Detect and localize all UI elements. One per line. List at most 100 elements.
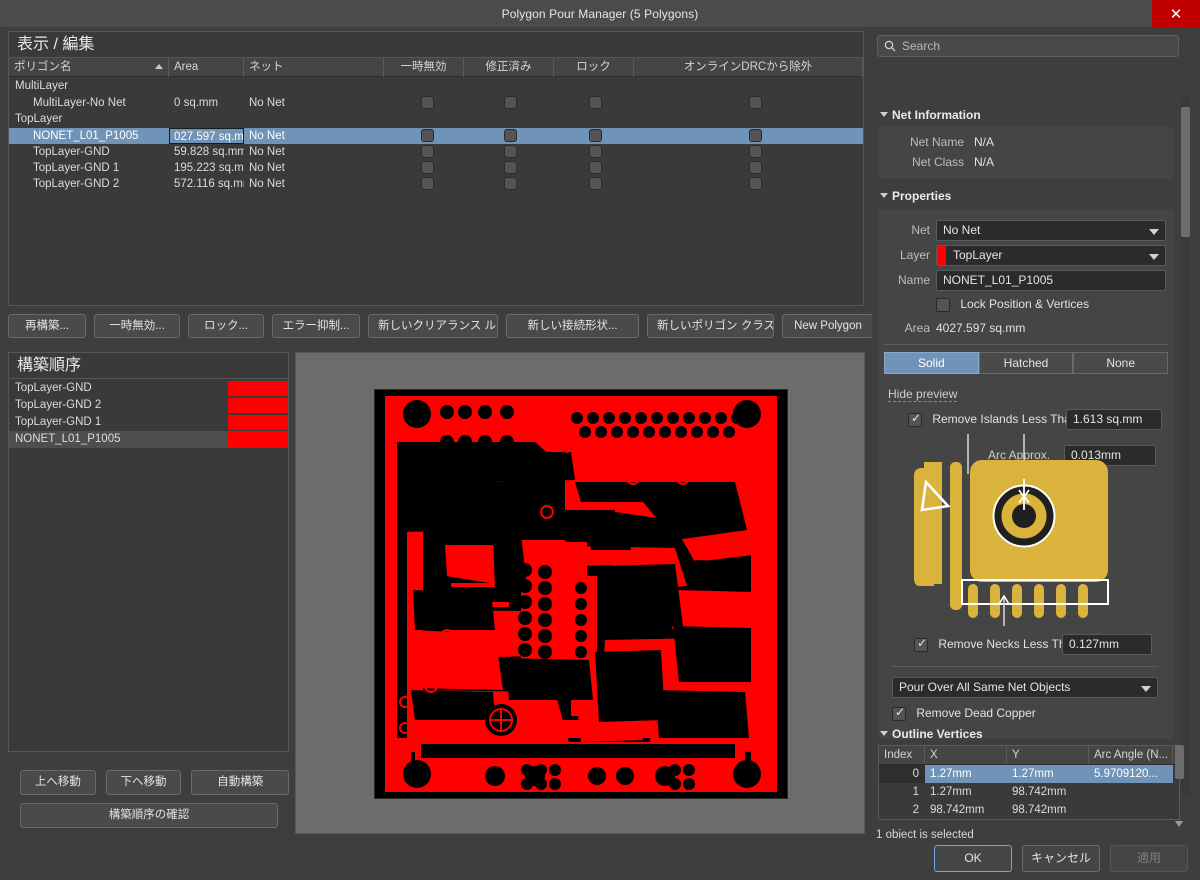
checkbox-locked[interactable] [589,177,602,190]
checkbox-modified[interactable] [504,96,517,109]
column-header-1[interactable]: Area [169,57,244,77]
checkbox-exclude-online-drc[interactable] [749,177,762,190]
outline-column-header[interactable]: X [925,746,1007,764]
layer-dropdown-value: TopLayer [953,248,1003,262]
column-header-4[interactable]: 修正済み [464,57,554,77]
name-input[interactable]: NONET_L01_P1005 [936,270,1166,291]
ok-button[interactable]: OK [934,845,1012,872]
apply-button[interactable]: 適用 [1110,845,1188,872]
fill-mode-solid[interactable]: Solid [884,352,979,374]
checkbox-locked[interactable] [589,145,602,158]
auto-build-button[interactable]: 自動構築 [191,770,289,795]
action-button-6[interactable]: 新しいポリゴン クラス... [647,314,774,338]
checkbox-exclude-online-drc[interactable] [749,145,762,158]
sidebar-scrollbar-thumb[interactable] [1181,107,1190,237]
pcb-artwork [375,390,787,798]
sidebar-scrollbar[interactable] [1181,97,1190,797]
remove-islands-input[interactable]: 1.613 sq.mm [1066,409,1162,430]
outline-vertices-scrollbar-thumb[interactable] [1175,745,1184,779]
column-header-label: ポリゴン名 [14,60,72,73]
lock-position-checkbox[interactable] [936,297,950,312]
search-input[interactable] [902,39,1162,53]
checkbox-temporarily-disabled[interactable] [421,145,434,158]
action-button-1[interactable]: 一時無効... [94,314,180,338]
table-row[interactable]: NONET_L01_P1005 027.597 sq.mm No Net [9,128,863,144]
outline-vertices-scrollbar[interactable] [1175,745,1184,829]
action-button-3[interactable]: エラー抑制... [272,314,360,338]
polygon-area-cell[interactable]: 195.223 sq.mm [169,160,244,176]
action-button-5[interactable]: 新しい接続形状... [506,314,639,338]
remove-necks-row[interactable]: Remove Necks Less Than [914,636,1079,652]
column-header-2[interactable]: ネット [244,57,384,77]
checkbox-exclude-online-drc[interactable] [749,161,762,174]
remove-dead-copper-row[interactable]: Remove Dead Copper [892,705,1036,721]
outline-vertex-row[interactable]: 2 98.742mm 98.742mm [879,801,1179,819]
outline-vertices-section-header[interactable]: Outline Vertices [878,727,983,741]
checkbox-temporarily-disabled[interactable] [421,177,434,190]
checkbox-modified[interactable] [504,129,517,142]
outline-column-header[interactable]: Index [879,746,925,764]
cancel-button[interactable]: キャンセル [1022,845,1100,872]
checkbox-exclude-online-drc[interactable] [749,96,762,109]
vertex-x: 1.27mm [925,765,1007,783]
checkbox-modified[interactable] [504,161,517,174]
column-header-6[interactable]: オンラインDRCから除外 [634,57,863,77]
net-dropdown[interactable]: No Net [936,220,1166,241]
action-button-0[interactable]: 再構築... [8,314,86,338]
move-up-button[interactable]: 上へ移動 [20,770,96,795]
table-row[interactable]: TopLayer-GND 59.828 sq.mm No Net [9,144,863,160]
column-header-5[interactable]: ロック [554,57,634,77]
polygon-group-row[interactable]: MultiLayer [9,78,863,95]
outline-column-header[interactable]: Arc Angle (N... [1089,746,1173,764]
outline-vertex-row[interactable]: 1 1.27mm 98.742mm [879,783,1179,801]
column-header-0[interactable]: ポリゴン名 [9,57,169,77]
remove-islands-checkbox[interactable] [908,411,922,427]
collapse-triangle-icon [880,112,888,117]
pour-over-dropdown[interactable]: Pour Over All Same Net Objects [892,677,1158,698]
column-header-3[interactable]: 一時無効 [384,57,464,77]
polygon-area-cell[interactable]: 59.828 sq.mm [169,144,244,160]
layer-dropdown[interactable]: TopLayer [936,245,1166,266]
action-button-2[interactable]: ロック... [188,314,264,338]
checkbox-temporarily-disabled[interactable] [421,161,434,174]
remove-dead-copper-checkbox[interactable] [892,705,906,721]
checkbox-locked[interactable] [589,161,602,174]
polygon-net-cell: No Net [249,178,285,190]
outline-column-header[interactable]: Y [1007,746,1089,764]
window-title: Polygon Pour Manager (5 Polygons) [501,6,699,21]
checkbox-locked[interactable] [589,96,602,109]
checkbox-exclude-online-drc[interactable] [749,129,762,142]
action-button-7[interactable]: New Polygon [782,314,874,338]
remove-necks-input[interactable]: 0.127mm [1062,634,1152,655]
move-down-button[interactable]: 下へ移動 [105,770,182,795]
lock-position-row[interactable]: Lock Position & Vertices [936,297,1089,312]
checkbox-temporarily-disabled[interactable] [421,96,434,109]
fill-mode-hatched[interactable]: Hatched [978,352,1074,374]
build-order-row[interactable]: TopLayer-GND 1 [9,414,288,431]
checkbox-locked[interactable] [589,129,602,142]
checkbox-modified[interactable] [504,145,517,158]
remove-islands-row[interactable]: Remove Islands Less Than [908,411,1078,427]
outline-vertex-row[interactable]: 0 1.27mm 1.27mm 5.9709120... [879,765,1179,783]
polygon-group-row[interactable]: TopLayer [9,111,863,128]
fill-mode-none[interactable]: None [1073,352,1169,374]
remove-necks-checkbox[interactable] [914,636,928,652]
verify-build-order-button[interactable]: 構築順序の確認 [20,803,278,828]
table-row[interactable]: TopLayer-GND 1 195.223 sq.mm No Net [9,160,863,176]
checkbox-modified[interactable] [504,177,517,190]
search-box[interactable] [877,35,1179,57]
polygon-area-cell[interactable]: 572.116 sq.mm [169,176,244,192]
build-order-row[interactable]: NONET_L01_P1005 [9,431,288,448]
table-row[interactable]: TopLayer-GND 2 572.116 sq.mm No Net [9,176,863,192]
net-information-section-header[interactable]: Net Information [878,108,981,122]
action-button-4[interactable]: 新しいクリアランス ルール... [368,314,498,338]
polygon-area-cell[interactable]: 027.597 sq.mm [169,128,244,144]
polygon-area-cell[interactable]: 0 sq.mm [169,95,244,111]
table-row[interactable]: MultiLayer-No Net 0 sq.mm No Net [9,95,863,111]
checkbox-temporarily-disabled[interactable] [421,129,434,142]
build-order-row[interactable]: TopLayer-GND 2 [9,397,288,414]
build-order-row[interactable]: TopLayer-GND [9,380,288,397]
close-icon[interactable]: ✕ [1152,0,1200,27]
properties-section-header[interactable]: Properties [878,189,951,203]
hide-preview-link[interactable]: Hide preview [888,387,958,402]
